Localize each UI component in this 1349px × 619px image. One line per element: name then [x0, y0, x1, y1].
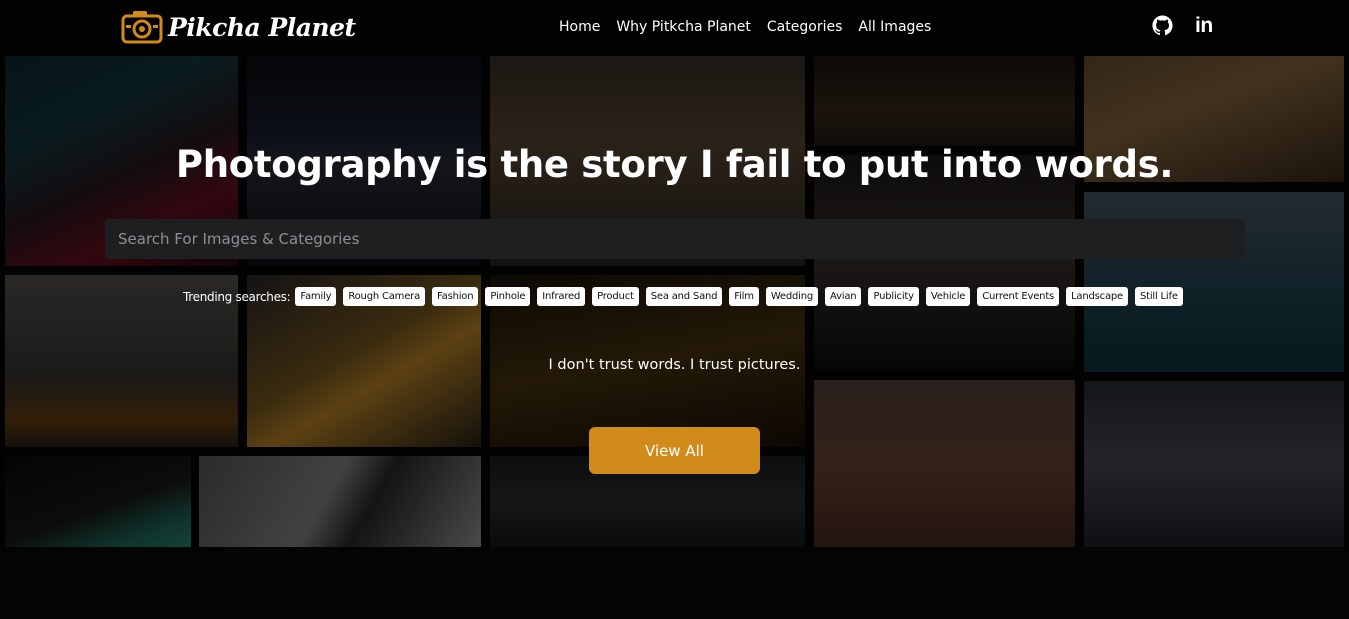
hero-title: Photography is the story I fail to put i… — [175, 143, 1174, 186]
brand-logo-link[interactable]: Pikcha Planet — [121, 10, 356, 44]
trending-chip-infrared[interactable]: Infrared — [537, 287, 586, 306]
github-icon[interactable] — [1152, 15, 1173, 36]
trending-chip-sea-and-sand[interactable]: Sea and Sand — [645, 287, 723, 306]
trending-chip-pinhole[interactable]: Pinhole — [485, 287, 531, 306]
trending-chip-vehicle[interactable]: Vehicle — [925, 287, 971, 306]
trending-chip-avian[interactable]: Avian — [825, 287, 862, 306]
trending-chip-product[interactable]: Product — [592, 287, 639, 306]
search-input[interactable] — [105, 219, 1245, 259]
hero-quote: I don't trust words. I trust pictures. — [548, 357, 801, 373]
nav-link-why[interactable]: Why Pitkcha Planet — [616, 19, 751, 35]
nav-link-home[interactable]: Home — [559, 19, 600, 35]
trending-chip-film[interactable]: Film — [729, 287, 759, 306]
brand-name: Pikcha Planet — [168, 12, 356, 42]
social-links: in — [1152, 15, 1213, 36]
trending-chip-rough-camera[interactable]: Rough Camera — [343, 287, 426, 306]
trending-chip-family[interactable]: Family — [295, 287, 337, 306]
trending-searches: Trending searches: Family Rough Camera F… — [183, 287, 1190, 306]
main-nav: Home Why Pitkcha Planet Categories All I… — [559, 19, 947, 35]
nav-link-categories[interactable]: Categories — [767, 19, 842, 35]
trending-chip-landscape[interactable]: Landscape — [1066, 287, 1128, 306]
trending-chip-publicity[interactable]: Publicity — [868, 287, 919, 306]
top-navbar: Pikcha Planet Home Why Pitkcha Planet Ca… — [0, 0, 1349, 56]
trending-chip-wedding[interactable]: Wedding — [765, 287, 819, 306]
linkedin-icon[interactable]: in — [1195, 15, 1213, 36]
trending-label: Trending searches: — [183, 289, 291, 304]
camera-logo-icon — [121, 10, 163, 44]
trending-chip-fashion[interactable]: Fashion — [432, 287, 479, 306]
trending-chip-still-life[interactable]: Still Life — [1134, 287, 1183, 306]
nav-link-all-images[interactable]: All Images — [858, 19, 931, 35]
trending-chip-current-events[interactable]: Current Events — [977, 287, 1060, 306]
view-all-button[interactable]: View All — [589, 427, 760, 474]
